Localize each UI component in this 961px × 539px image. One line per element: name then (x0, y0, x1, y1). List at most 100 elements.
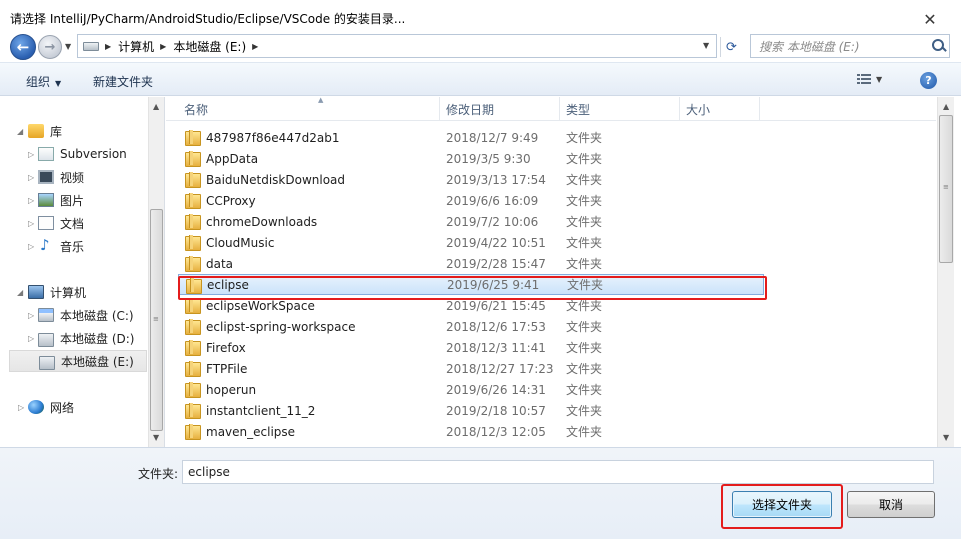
file-modified-date: 2019/6/21 15:45 (446, 298, 546, 313)
address-dropdown[interactable]: ▼ (703, 41, 709, 50)
nav-item-pictures[interactable]: ▷ 图片 (28, 190, 84, 210)
grip-icon: ≡ (943, 183, 949, 191)
window-title: 请选择 IntelliJ/PyCharm/AndroidStudio/Eclip… (10, 12, 406, 26)
file-name: hoperun (206, 382, 257, 397)
nav-item-label: 音乐 (60, 239, 85, 254)
column-header-size[interactable]: 大小 (680, 97, 760, 121)
file-modified-date: 2018/12/6 17:53 (446, 319, 546, 334)
file-row[interactable]: hoperun 2019/6/26 14:31 文件夹 (178, 379, 764, 400)
search-icon[interactable] (929, 36, 949, 56)
nav-libraries[interactable]: ◢ 库 (17, 121, 63, 141)
file-row[interactable]: CloudMusic 2019/4/22 10:51 文件夹 (178, 232, 764, 253)
file-type: 文件夹 (566, 215, 603, 229)
file-modified-date: 2018/12/7 9:49 (446, 130, 539, 145)
subversion-icon (38, 147, 54, 161)
expand-icon[interactable]: ▷ (28, 334, 34, 343)
column-header-type[interactable]: 类型 (560, 97, 680, 121)
folder-icon (185, 256, 201, 272)
close-button[interactable]: ✕ (920, 10, 940, 29)
new-folder-button[interactable]: 新建文件夹 (93, 73, 153, 90)
expand-icon[interactable]: ▷ (28, 173, 34, 182)
file-type: 文件夹 (566, 341, 603, 355)
scroll-down-arrow[interactable]: ▼ (943, 433, 949, 442)
file-type: 文件夹 (566, 362, 603, 376)
back-button[interactable]: ← (10, 34, 36, 60)
file-row[interactable]: Firefox 2018/12/3 11:41 文件夹 (178, 337, 764, 358)
forward-button[interactable]: → (38, 35, 62, 59)
expand-icon[interactable]: ▷ (28, 150, 34, 159)
column-header-name[interactable]: 名称 ▲ (178, 96, 440, 121)
file-name: instantclient_11_2 (206, 403, 316, 418)
file-row[interactable]: 487987f86e447d2ab1 2018/12/7 9:49 文件夹 (178, 127, 764, 148)
chevron-down-icon: ▼ (55, 79, 62, 88)
nav-computer[interactable]: ◢ 计算机 (17, 282, 86, 302)
file-type: 文件夹 (567, 278, 604, 292)
scroll-up-arrow[interactable]: ▲ (153, 102, 159, 111)
column-size-label: 大小 (686, 102, 711, 117)
expand-icon[interactable]: ▷ (18, 403, 24, 412)
file-scrollbar[interactable]: ▲ ≡ ▼ (937, 97, 954, 447)
file-name: CloudMusic (206, 235, 275, 250)
search-input[interactable]: 搜索 本地磁盘 (E:) (750, 34, 950, 58)
file-type: 文件夹 (566, 404, 603, 418)
nav-network[interactable]: ▷ 网络 (18, 397, 74, 417)
recent-pages-dropdown[interactable]: ▼ (65, 42, 71, 51)
folder-icon (185, 403, 201, 419)
file-row[interactable]: instantclient_11_2 2019/2/18 10:57 文件夹 (178, 400, 764, 421)
library-icon (28, 124, 44, 138)
cancel-button[interactable]: 取消 (847, 491, 935, 518)
chevron-right-icon[interactable]: ▶ (252, 42, 258, 51)
folder-name-input[interactable]: eclipse (182, 460, 934, 484)
nav-drive-e[interactable]: 本地磁盘 (E:) (9, 350, 147, 372)
file-name: AppData (206, 151, 259, 166)
new-folder-label: 新建文件夹 (93, 75, 154, 89)
nav-item-videos[interactable]: ▷ 视频 (28, 167, 84, 187)
file-row[interactable]: eclipseWorkSpace 2019/6/21 15:45 文件夹 (178, 295, 764, 316)
view-options-icon[interactable] (857, 74, 871, 86)
nav-item-subversion[interactable]: ▷ Subversion (28, 144, 127, 164)
file-type: 文件夹 (566, 173, 603, 187)
address-bar[interactable]: ▶ 计算机 ▶ 本地磁盘 (E:) ▶ (77, 34, 717, 58)
file-modified-date: 2019/3/13 17:54 (446, 172, 546, 187)
nav-item-documents[interactable]: ▷ 文档 (28, 213, 84, 233)
file-row[interactable]: eclipse 2019/6/25 9:41 文件夹 (178, 274, 764, 295)
scroll-up-arrow[interactable]: ▲ (943, 102, 949, 111)
file-row[interactable]: eclipst-spring-workspace 2018/12/6 17:53 文… (178, 316, 764, 337)
folder-icon (185, 424, 201, 440)
file-row[interactable]: CCProxy 2019/6/6 16:09 文件夹 (178, 190, 764, 211)
expand-icon[interactable]: ▷ (28, 196, 34, 205)
breadcrumb-drive-e[interactable]: 本地磁盘 (E:) (173, 38, 246, 55)
organize-label: 组织 (26, 75, 51, 89)
file-type: 文件夹 (566, 383, 603, 397)
computer-icon (28, 285, 44, 299)
file-row[interactable]: AppData 2019/3/5 9:30 文件夹 (178, 148, 764, 169)
scroll-down-arrow[interactable]: ▼ (153, 433, 159, 442)
file-row[interactable]: maven_eclipse 2018/12/3 12:05 文件夹 (178, 421, 764, 442)
file-modified-date: 2018/12/3 12:05 (446, 424, 546, 439)
file-row[interactable]: FTPFile 2018/12/27 17:23 文件夹 (178, 358, 764, 379)
chevron-right-icon[interactable]: ▶ (105, 42, 111, 51)
expand-icon[interactable]: ▷ (28, 242, 34, 251)
folder-icon (186, 278, 202, 294)
nav-drive-c[interactable]: ▷ 本地磁盘 (C:) (28, 305, 134, 325)
nav-item-music[interactable]: ▷ 音乐 (28, 236, 84, 256)
nav-libraries-label: 库 (50, 124, 63, 139)
collapse-icon[interactable]: ◢ (17, 288, 23, 297)
file-type: 文件夹 (566, 131, 603, 145)
file-row[interactable]: BaiduNetdiskDownload 2019/3/13 17:54 文件夹 (178, 169, 764, 190)
file-row[interactable]: chromeDownloads 2019/7/2 10:06 文件夹 (178, 211, 764, 232)
collapse-icon[interactable]: ◢ (17, 127, 23, 136)
view-options-dropdown[interactable]: ▼ (876, 75, 882, 84)
file-row[interactable]: data 2019/2/28 15:47 文件夹 (178, 253, 764, 274)
expand-icon[interactable]: ▷ (28, 311, 34, 320)
nav-scrollbar[interactable]: ▲ ≡ ▼ (148, 97, 164, 447)
chevron-right-icon[interactable]: ▶ (160, 42, 166, 51)
expand-icon[interactable]: ▷ (28, 219, 34, 228)
column-header-date[interactable]: 修改日期 (440, 97, 560, 121)
organize-button[interactable]: 组织 ▼ (26, 73, 61, 90)
breadcrumb-computer[interactable]: 计算机 (118, 38, 154, 55)
nav-drive-d[interactable]: ▷ 本地磁盘 (D:) (28, 328, 134, 348)
select-folder-button[interactable]: 选择文件夹 (732, 491, 832, 518)
refresh-button[interactable]: ⟳ (720, 37, 742, 57)
help-icon[interactable]: ? (920, 72, 937, 89)
